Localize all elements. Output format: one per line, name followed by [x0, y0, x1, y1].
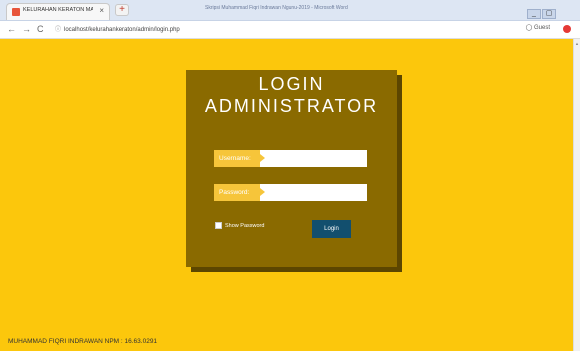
password-field[interactable]: Password:	[214, 184, 367, 201]
reload-icon[interactable]: C	[37, 23, 44, 35]
page-viewport: LOGIN ADMINISTRATOR Username: Password: …	[0, 39, 574, 351]
scroll-up-icon[interactable]: ▲	[574, 41, 580, 46]
browser-tab[interactable]: KELURAHAN KERATON MARTAP ×	[6, 3, 110, 20]
footer-text: MUHAMMAD FIQRI INDRAWAN NPM : 16.63.0291	[8, 338, 158, 345]
browser-menu-icon[interactable]	[563, 25, 571, 33]
tab-title: KELURAHAN KERATON MARTAP	[23, 7, 93, 13]
login-subtitle: ADMINISTRATOR	[204, 96, 379, 116]
url-text: localhost/kelurahankeraton/admin/login.p…	[64, 27, 180, 33]
back-arrow-icon[interactable]: ←	[7, 23, 16, 35]
maximize-button[interactable]: ▢	[542, 9, 556, 19]
browser-tab-bar: KELURAHAN KERATON MARTAP × + Skripsi Muh…	[0, 0, 580, 37]
username-field[interactable]: Username:	[214, 150, 367, 167]
window-controls: _▢×	[526, 2, 574, 37]
window-title: Skripsi Muhammad Fiqri Indrawan Ngunu-20…	[205, 5, 348, 11]
profile-label: Guest	[533, 25, 550, 31]
login-button[interactable]: Login	[312, 220, 351, 238]
password-label: Password:	[214, 184, 265, 201]
address-bar[interactable]: ⓘ localhost/kelurahankeraton/admin/login.…	[55, 24, 180, 33]
tab-close-icon[interactable]: ×	[99, 6, 104, 16]
browser-toolbar: ← → C ⓘ localhost/kelurahankeraton/admin/…	[0, 21, 580, 39]
show-password-label: Show Password	[225, 222, 265, 229]
profile-button[interactable]: ◯ Guest	[526, 24, 550, 31]
username-label: Username:	[214, 150, 265, 167]
login-title: LOGIN	[258, 74, 325, 94]
info-icon[interactable]: ⓘ	[55, 27, 61, 33]
forward-arrow-icon[interactable]: →	[22, 23, 31, 35]
login-panel: LOGIN ADMINISTRATOR Username: Password: …	[186, 70, 397, 267]
show-password-checkbox[interactable]	[215, 222, 222, 229]
page-scrollbar[interactable]: ▲	[573, 39, 580, 351]
minimize-button[interactable]: _	[527, 9, 541, 19]
show-password-toggle[interactable]: Show Password	[215, 222, 264, 229]
site-favicon-icon	[12, 8, 20, 16]
user-circle-icon: ◯	[525, 25, 533, 31]
new-tab-button[interactable]: +	[115, 4, 129, 16]
